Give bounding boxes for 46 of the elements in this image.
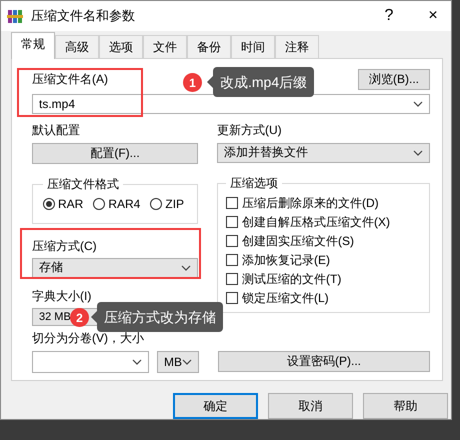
field-label: 更新方式(U)	[217, 122, 283, 139]
checkbox-option[interactable]: 锁定压缩文件(L)	[226, 288, 421, 308]
dialog-button[interactable]: 取消	[268, 393, 353, 419]
radio-option[interactable]: ZIP	[150, 196, 184, 211]
split-size-field[interactable]	[32, 350, 149, 373]
field-label: 压缩文件名(A)	[32, 70, 108, 88]
tab[interactable]: 高级	[55, 34, 99, 58]
chevron-icon	[181, 264, 191, 271]
profile-button[interactable]: 配置(F)...	[32, 142, 198, 164]
group-title: 压缩选项	[229, 174, 279, 192]
checkbox-option[interactable]: 压缩后删除原来的文件(D)	[226, 194, 421, 213]
chevron-icon	[413, 100, 423, 107]
archive-name-field[interactable]: ts.mp4	[32, 94, 430, 114]
checkbox-option[interactable]: 添加恢复记录(E)	[226, 250, 421, 270]
tab[interactable]: 常规	[11, 32, 55, 59]
update-mode-dropdown[interactable]: 添加并替换文件	[217, 142, 430, 163]
compression-method-dropdown[interactable]: 存储	[32, 258, 198, 278]
unit-dropdown[interactable]: MB	[157, 350, 199, 373]
chevron-icon	[132, 358, 142, 365]
radio-option[interactable]: RAR4	[93, 196, 140, 211]
set-password-button[interactable]: 设置密码(P)...	[218, 351, 430, 372]
annotation-tooltip: 压缩方式改为存储	[91, 302, 223, 332]
books-icon	[7, 8, 23, 24]
tab[interactable]: 文件	[143, 34, 187, 58]
window-title: 压缩文件名和参数	[31, 6, 136, 25]
dialog-button[interactable]: 确定	[173, 393, 258, 419]
chevron-icon	[413, 150, 423, 156]
tab[interactable]: 备份	[187, 34, 231, 58]
browse-button[interactable]: 浏览(B)...	[358, 68, 430, 90]
field-label: 压缩方式(C)	[32, 238, 98, 255]
group-title: 压缩文件格式	[46, 176, 120, 193]
field-label: 切分为分卷(V)，大小	[32, 330, 145, 347]
radio-option[interactable]: RAR	[43, 196, 84, 211]
dialog-button[interactable]: 帮助	[363, 393, 448, 419]
tab[interactable]: 选项	[99, 34, 143, 58]
close-button[interactable]: ×	[415, 6, 451, 25]
help-button[interactable]: ?	[371, 6, 407, 25]
checkbox-option[interactable]: 测试压缩的文件(T)	[226, 270, 421, 289]
annotation-tooltip: 改成.mp4后缀	[207, 67, 314, 97]
tab[interactable]: 时间	[231, 34, 275, 58]
field-label: 默认配置	[32, 122, 81, 139]
checkbox-option[interactable]: 创建固实压缩文件(S)	[226, 232, 421, 251]
field-label: 字典大小(I)	[32, 288, 92, 305]
checkbox-option[interactable]: 创建自解压格式压缩文件(X)	[226, 212, 421, 232]
chevron-icon	[182, 358, 192, 365]
tab[interactable]: 注释	[275, 34, 319, 58]
